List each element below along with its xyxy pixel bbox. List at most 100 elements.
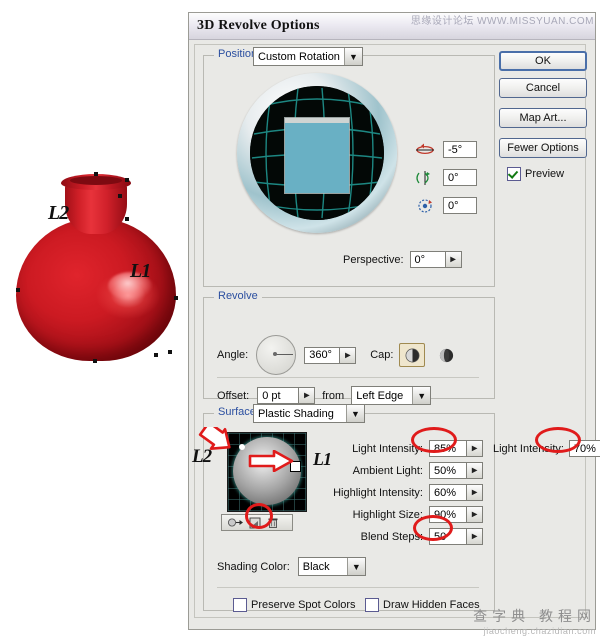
dialog-body: Position: Custom Rotation ▼ -5° 0° 0° Pe… [189,40,600,629]
rotate-z-icon [418,198,432,213]
light-handle-l2[interactable] [239,444,245,450]
second-light-intensity-input[interactable]: 70% [568,440,600,457]
blend-steps-stepper[interactable]: ▸ [467,528,483,545]
preview-row: Preview [507,167,564,181]
vase-lip-inner [70,176,122,185]
highlight-intensity-stepper[interactable]: ▸ [467,484,483,501]
path-anchor [93,359,97,363]
surface-field-row: Highlight Size: 90% ▸ [323,506,483,523]
highlight-size-stepper[interactable]: ▸ [467,506,483,523]
cap-on-button[interactable] [399,343,426,367]
chevron-down-icon[interactable]: ▼ [346,405,364,422]
blend-steps-label: Blend Steps: [360,530,423,543]
preview-checkbox[interactable] [507,167,521,181]
path-anchor [16,288,20,292]
light-intensity-input[interactable]: 85% [429,440,467,457]
draw-hidden-faces-checkbox[interactable] [365,598,379,612]
chevron-down-icon[interactable]: ▼ [412,387,431,404]
ambient-light-input[interactable]: 50% [429,462,467,479]
highlight-size-label: Highlight Size: [352,508,423,521]
angle-input[interactable]: 360° [304,346,341,364]
blend-steps-value: 50 [434,530,447,543]
perspective-input[interactable]: 0° [409,251,446,268]
cap-on-icon [405,348,420,362]
shading-color-label: Shading Color: [217,560,290,573]
rotate-x-value: -5° [448,143,463,156]
angle-dial-center [273,352,278,356]
angle-dial-needle [275,354,294,355]
cap-label: Cap: [370,349,394,361]
angle-dial[interactable] [256,335,297,375]
rotate-z-row: 0° [415,197,477,214]
sphere-label-l2: L2 [192,446,212,467]
dialog-inner-frame: Position: Custom Rotation ▼ -5° 0° 0° Pe… [194,44,600,618]
blend-steps-input[interactable]: 50 [429,528,467,545]
rotate-y-value: 0° [448,171,459,184]
angle-stepper[interactable]: ▸ [340,346,357,364]
light-handle-l1-selected[interactable] [290,461,301,472]
light-sphere-widget[interactable] [227,432,307,512]
surface-field-row: Highlight Intensity: 60% ▸ [323,484,483,501]
highlight-intensity-value: 60% [434,486,457,499]
surface-shading-select[interactable]: Plastic Shading ▼ [253,404,365,423]
chevron-down-icon[interactable]: ▼ [344,48,362,65]
ok-button-label: OK [535,55,551,67]
offset-from-select[interactable]: Left Edge ▼ [351,386,432,405]
ambient-light-label: Ambient Light: [352,464,423,477]
delete-light-icon[interactable] [267,517,279,529]
preserve-spot-colors-label: Preserve Spot Colors [251,599,356,611]
path-anchor [154,353,158,357]
preserve-spot-colors-checkbox[interactable] [233,598,247,612]
offset-label: Offset: [217,389,250,402]
revolve-group-label: Revolve [214,290,262,302]
vase-body [16,218,176,361]
second-light-intensity-value: 70% [573,442,596,455]
rotate-z-value: 0° [448,199,459,212]
fewer-options-button[interactable]: Fewer Options [499,138,587,158]
surface-field-row: Blend Steps: 50 ▸ [343,528,483,545]
position-cube-face[interactable] [285,118,349,193]
rotate-x-icon [416,143,434,154]
light-intensity-value: 85% [434,442,457,455]
highlight-intensity-input[interactable]: 60% [429,484,467,501]
dialog-title: 3D Revolve Options [197,18,320,33]
offset-stepper[interactable]: ▸ [299,387,316,404]
ambient-light-stepper[interactable]: ▸ [467,462,483,479]
second-light-intensity-label: Light Intensity: [493,442,564,455]
highlight-size-input[interactable]: 90% [429,506,467,523]
draw-hidden-faces-label: Draw Hidden Faces [383,599,480,611]
chevron-down-icon[interactable]: ▼ [346,558,365,575]
path-anchor [125,217,129,221]
light-toolbar [221,514,293,531]
rotate-x-row: -5° [415,141,477,158]
map-art-button-label: Map Art... [519,112,567,124]
map-art-button[interactable]: Map Art... [499,108,587,128]
move-light-back-icon[interactable] [226,517,244,528]
angle-label: Angle: [217,349,249,361]
light-intensity-stepper[interactable]: ▸ [467,440,483,457]
offset-row: Offset: 0 pt ▸ from Left Edge ▼ [217,386,432,405]
red-vase[interactable]: L2 L1 [8,160,183,365]
rotate-y-input[interactable]: 0° [443,169,477,186]
cancel-button[interactable]: Cancel [499,78,587,98]
new-light-icon[interactable] [249,517,262,529]
offset-input[interactable]: 0 pt [257,387,300,404]
path-anchor [168,350,172,354]
cap-off-button[interactable] [435,344,457,366]
perspective-stepper[interactable]: ▸ [445,251,462,268]
checkbox-row: Draw Hidden Faces [365,598,480,612]
position-preset-select[interactable]: Custom Rotation ▼ [253,47,363,66]
path-anchor [174,296,178,300]
perspective-row: Perspective: 0° ▸ [343,251,462,268]
rotate-x-input[interactable]: -5° [443,141,477,158]
dialog-titlebar[interactable]: 3D Revolve Options [189,13,595,40]
rotate-y-row: 0° [415,169,477,186]
rotate-z-input[interactable]: 0° [443,197,477,214]
surface-divider [217,587,479,588]
ok-button[interactable]: OK [499,51,587,71]
position-preset-value: Custom Rotation [258,50,340,63]
shading-color-select[interactable]: Black ▼ [297,557,366,576]
ambient-light-value: 50% [434,464,457,477]
offset-from-value: Left Edge [356,389,404,402]
offset-value: 0 pt [262,389,281,402]
